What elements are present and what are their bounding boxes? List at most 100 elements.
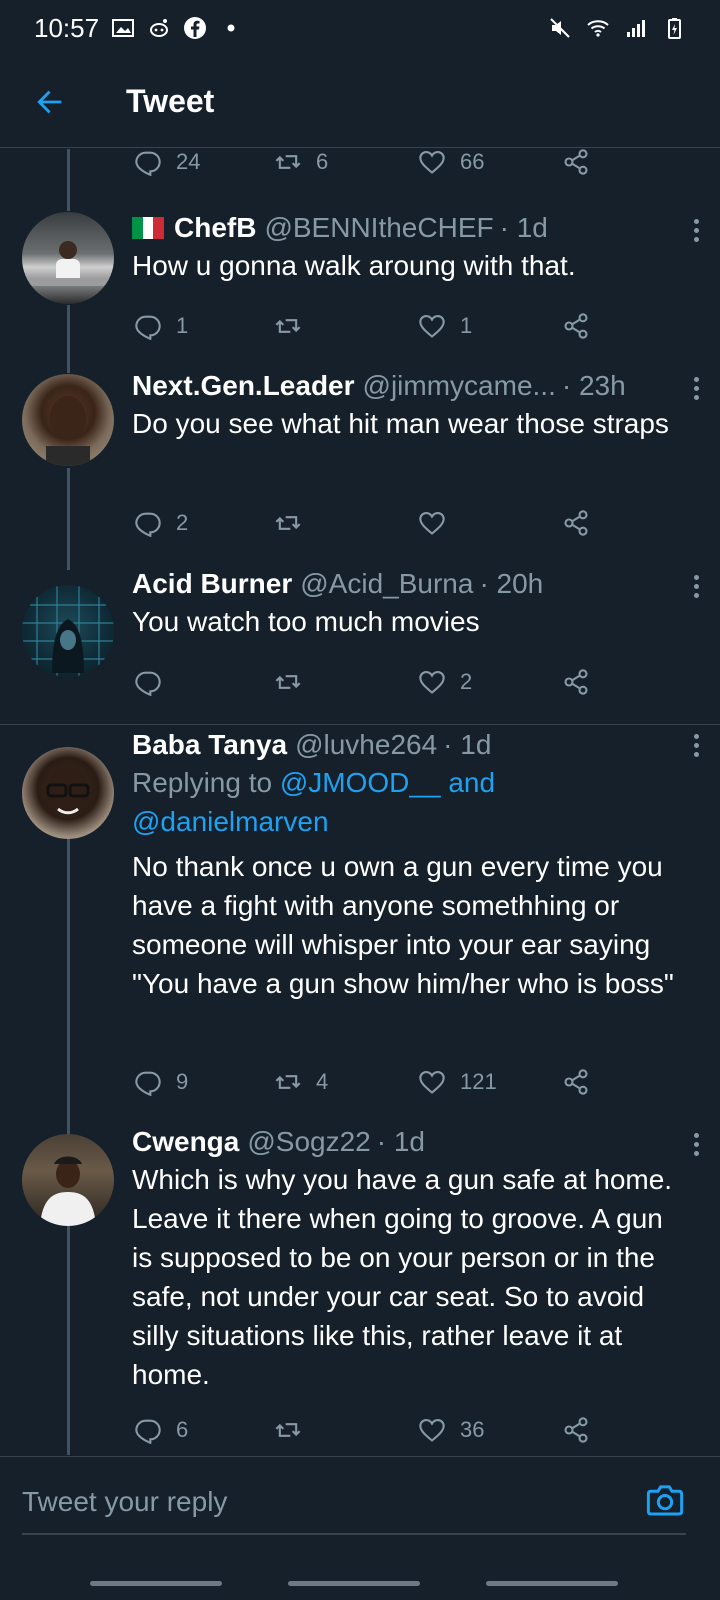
reply-count: 9 xyxy=(176,1069,189,1094)
share-button[interactable] xyxy=(562,148,590,176)
like-button[interactable]: 2 xyxy=(418,668,472,696)
tweet-header: Cwenga @Sogz22 · 1d xyxy=(132,1124,690,1160)
dot-icon xyxy=(219,16,243,40)
reply-icon xyxy=(135,1071,161,1096)
author-name[interactable]: Baba Tanya xyxy=(132,727,287,763)
heart-icon xyxy=(419,512,445,535)
share-icon xyxy=(564,1417,588,1443)
reply-input[interactable]: Tweet your reply xyxy=(22,1473,612,1531)
reply-bar: Tweet your reply xyxy=(0,1456,720,1600)
more-options-button[interactable] xyxy=(686,212,706,248)
retweet-button[interactable]: 6 xyxy=(274,148,328,176)
author-handle[interactable]: @jimmycame... xyxy=(363,368,556,404)
avatar[interactable] xyxy=(22,585,114,677)
share-button[interactable] xyxy=(562,312,590,340)
share-button[interactable] xyxy=(562,1416,590,1444)
camera-button[interactable] xyxy=(644,1479,686,1521)
retweet-icon xyxy=(275,155,301,169)
tweet-text: Do you see what hit man wear those strap… xyxy=(132,408,669,439)
reply-button[interactable]: 24 xyxy=(134,148,200,176)
retweet-icon xyxy=(275,675,301,689)
retweet-button[interactable] xyxy=(274,509,316,537)
more-options-button[interactable] xyxy=(686,1126,706,1162)
reply-button[interactable] xyxy=(134,668,176,696)
tweet-text: You watch too much movies xyxy=(132,606,480,637)
reply-button[interactable]: 9 xyxy=(134,1068,188,1096)
heart-icon xyxy=(419,151,445,174)
retweet-icon xyxy=(275,516,301,530)
like-count: 66 xyxy=(460,149,485,174)
retweet-button[interactable]: 4 xyxy=(274,1068,328,1096)
tweet-actions: 9 4 121 xyxy=(132,1062,612,1102)
nav-handle xyxy=(90,1581,222,1586)
like-button[interactable]: 1 xyxy=(418,312,472,340)
tweet-header: ChefB @BENNItheCHEF · 1d xyxy=(132,210,690,246)
author-name[interactable]: Next.Gen.Leader xyxy=(132,368,355,404)
more-options-button[interactable] xyxy=(686,370,706,406)
camera-icon xyxy=(646,1485,684,1516)
like-button[interactable]: 66 xyxy=(418,148,484,176)
author-handle[interactable]: @luvhe264 xyxy=(295,727,437,763)
author-name[interactable]: Cwenga xyxy=(132,1124,239,1160)
facebook-icon xyxy=(183,16,207,40)
tweet-header: Next.Gen.Leader @jimmycame... · 23h xyxy=(132,368,690,404)
more-options-button[interactable] xyxy=(686,568,706,604)
retweet-icon xyxy=(275,1075,301,1089)
avatar[interactable] xyxy=(22,212,114,304)
reply-button[interactable]: 1 xyxy=(134,312,188,340)
author-handle[interactable]: @BENNItheCHEF xyxy=(264,210,493,246)
author-handle[interactable]: @Acid_Burna xyxy=(300,566,473,602)
back-button[interactable] xyxy=(22,74,78,130)
image-icon xyxy=(111,16,135,40)
retweet-icon xyxy=(275,319,301,333)
avatar[interactable] xyxy=(22,374,114,466)
like-count: 1 xyxy=(460,313,473,338)
like-count: 121 xyxy=(460,1069,497,1094)
tweet[interactable]: Cwenga @Sogz22 · 1d Which is why you hav… xyxy=(0,1124,720,1454)
app-bar: Tweet xyxy=(0,56,720,148)
share-button[interactable] xyxy=(562,509,590,537)
retweet-button[interactable] xyxy=(274,1416,316,1444)
retweet-button[interactable] xyxy=(274,312,316,340)
battery-icon xyxy=(662,16,686,40)
reply-button[interactable]: 6 xyxy=(134,1416,188,1444)
tweet-header: Acid Burner @Acid_Burna · 20h xyxy=(132,566,690,602)
reply-icon xyxy=(135,151,161,176)
retweet-button[interactable] xyxy=(274,668,316,696)
share-button[interactable] xyxy=(562,1068,590,1096)
tweet-time: · 20h xyxy=(479,568,544,599)
tweet-text: How u gonna walk aroung with that. xyxy=(132,250,576,281)
tweet-text: No thank once u own a gun every time you… xyxy=(132,851,674,999)
author-name[interactable]: Acid Burner xyxy=(132,566,292,602)
author-name[interactable]: ChefB xyxy=(174,210,256,246)
tweet-actions: 2 xyxy=(132,662,612,702)
reply-button[interactable]: 2 xyxy=(134,509,188,537)
replying-to: Replying to @JMOOD__ and @danielmarven xyxy=(132,763,512,841)
tweet-actions: 6 36 xyxy=(132,1410,612,1450)
reply-count: 2 xyxy=(176,510,189,535)
like-button[interactable]: 36 xyxy=(418,1416,484,1444)
tweet-time: · 1d xyxy=(376,1126,425,1157)
heart-icon xyxy=(419,671,445,694)
nav-handle xyxy=(486,1581,618,1586)
reply-icon xyxy=(135,512,161,537)
reply-count: 6 xyxy=(176,1417,189,1442)
share-button[interactable] xyxy=(562,668,590,696)
avatar[interactable] xyxy=(22,747,114,839)
tweet-text: Which is why you have a gun safe at home… xyxy=(132,1164,673,1390)
avatar[interactable] xyxy=(22,1134,114,1226)
like-button[interactable]: 121 xyxy=(418,1068,497,1096)
share-icon xyxy=(564,313,588,339)
like-count: 36 xyxy=(460,1417,485,1442)
like-button[interactable] xyxy=(418,509,460,537)
replying-label: Replying to xyxy=(132,767,273,798)
more-options-button[interactable] xyxy=(686,727,706,763)
share-icon xyxy=(564,669,588,695)
like-count: 2 xyxy=(460,669,473,694)
tweet-time: · 1d xyxy=(499,212,548,243)
arrow-left-icon xyxy=(37,90,62,113)
prev-tweet-actions: 24 6 66 xyxy=(132,142,612,182)
signal-icon xyxy=(624,16,648,40)
italy-flag-icon xyxy=(132,217,165,239)
author-handle[interactable]: @Sogz22 xyxy=(247,1124,370,1160)
